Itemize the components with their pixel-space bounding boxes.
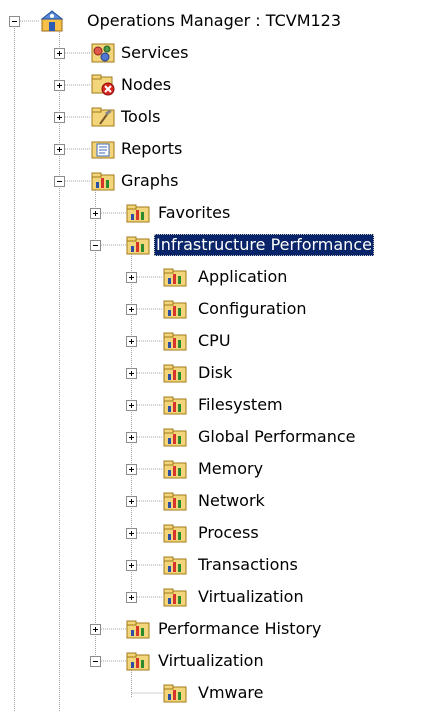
expand-toggle-virtualization-infra[interactable] <box>126 592 137 603</box>
tree-node-performance-history[interactable]: Performance History <box>0 613 432 645</box>
tree-label-tools: Tools <box>121 107 161 126</box>
tree-label-transactions: Transactions <box>198 555 298 574</box>
tree-node-filesystem[interactable]: Filesystem <box>0 389 432 421</box>
server-management-icon <box>40 9 64 33</box>
collapse-toggle-graphs[interactable] <box>54 176 65 187</box>
graph-folder-icon <box>163 457 187 481</box>
tree-node-application[interactable]: Application <box>0 261 432 293</box>
tree-node-network[interactable]: Network <box>0 485 432 517</box>
graph-folder-icon <box>126 617 150 641</box>
tree-label-nodes: Nodes <box>121 75 172 94</box>
tree-label-configuration: Configuration <box>198 299 307 318</box>
tree-node-services[interactable]: Services <box>0 37 432 69</box>
tree-node-memory[interactable]: Memory <box>0 453 432 485</box>
tree-label-global-performance: Global Performance <box>198 427 356 446</box>
tree-label-reports: Reports <box>121 139 183 158</box>
graph-folder-icon <box>126 649 150 673</box>
tree-label-vmware: Vmware <box>198 683 264 702</box>
tree-label-process: Process <box>198 523 259 542</box>
graph-folder-icon <box>126 233 150 257</box>
expand-toggle-network[interactable] <box>126 496 137 507</box>
expand-toggle-configuration[interactable] <box>126 304 137 315</box>
graph-folder-icon <box>163 681 187 705</box>
tree-label-root: Operations Manager : TCVM123 <box>87 11 342 30</box>
tree-label-virtualization-infra: Virtualization <box>198 587 304 606</box>
tree-node-configuration[interactable]: Configuration <box>0 293 432 325</box>
tree-label-cpu: CPU <box>198 331 231 350</box>
expand-toggle-favorites[interactable] <box>90 208 101 219</box>
tree-node-vmware[interactable]: Vmware <box>0 677 432 709</box>
tree-label-application: Application <box>198 267 288 286</box>
tree-node-transactions[interactable]: Transactions <box>0 549 432 581</box>
graph-folder-icon <box>163 489 187 513</box>
tree-node-virtualization-infra[interactable]: Virtualization <box>0 581 432 613</box>
expand-toggle-memory[interactable] <box>126 464 137 475</box>
tree-node-favorites[interactable]: Favorites <box>0 197 432 229</box>
tree-label-services: Services <box>121 43 189 62</box>
navigation-tree: Operations Manager : TCVM123 Services No… <box>0 0 432 711</box>
collapse-toggle-root[interactable] <box>9 16 20 27</box>
collapse-toggle-infrastructure-performance[interactable] <box>90 240 101 251</box>
tree-node-root[interactable]: Operations Manager : TCVM123 <box>0 5 432 37</box>
tools-folder-icon <box>91 105 115 129</box>
nodes-error-icon <box>91 73 115 97</box>
graph-folder-icon <box>163 265 187 289</box>
graph-folder-icon <box>163 521 187 545</box>
tree-label-graphs: Graphs <box>121 171 179 190</box>
graph-folder-icon <box>91 169 115 193</box>
tree-node-process[interactable]: Process <box>0 517 432 549</box>
expand-toggle-filesystem[interactable] <box>126 400 137 411</box>
expand-toggle-disk[interactable] <box>126 368 137 379</box>
expand-toggle-cpu[interactable] <box>126 336 137 347</box>
graph-folder-icon <box>163 553 187 577</box>
services-icon <box>91 41 115 65</box>
expand-toggle-global-performance[interactable] <box>126 432 137 443</box>
tree-node-tools[interactable]: Tools <box>0 101 432 133</box>
tree-node-reports[interactable]: Reports <box>0 133 432 165</box>
graph-folder-icon <box>163 329 187 353</box>
graph-folder-icon <box>163 297 187 321</box>
expand-toggle-process[interactable] <box>126 528 137 539</box>
expand-toggle-application[interactable] <box>126 272 137 283</box>
tree-label-filesystem: Filesystem <box>198 395 283 414</box>
graph-folder-icon <box>163 393 187 417</box>
graph-folder-icon <box>163 361 187 385</box>
tree-node-virtualization-graphs[interactable]: Virtualization <box>0 645 432 677</box>
tree-label-infrastructure-performance: Infrastructure Performance <box>154 234 374 256</box>
tree-label-network: Network <box>198 491 265 510</box>
tree-label-favorites: Favorites <box>158 203 231 222</box>
tree-node-infrastructure-performance[interactable]: Infrastructure Performance <box>0 229 432 261</box>
tree-node-graphs[interactable]: Graphs <box>0 165 432 197</box>
tree-label-virtualization-graphs: Virtualization <box>158 651 264 670</box>
expand-toggle-services[interactable] <box>54 48 65 59</box>
expand-toggle-reports[interactable] <box>54 144 65 155</box>
reports-folder-icon <box>91 137 115 161</box>
tree-node-global-performance[interactable]: Global Performance <box>0 421 432 453</box>
collapse-toggle-virtualization-graphs[interactable] <box>90 656 101 667</box>
graph-folder-icon <box>126 201 150 225</box>
expand-toggle-performance-history[interactable] <box>90 624 101 635</box>
expand-toggle-transactions[interactable] <box>126 560 137 571</box>
graph-folder-icon <box>163 425 187 449</box>
expand-toggle-nodes[interactable] <box>54 80 65 91</box>
tree-label-performance-history: Performance History <box>158 619 322 638</box>
tree-node-cpu[interactable]: CPU <box>0 325 432 357</box>
tree-node-nodes[interactable]: Nodes <box>0 69 432 101</box>
tree-label-memory: Memory <box>198 459 264 478</box>
tree-label-disk: Disk <box>198 363 233 382</box>
tree-node-disk[interactable]: Disk <box>0 357 432 389</box>
graph-folder-icon <box>163 585 187 609</box>
expand-toggle-tools[interactable] <box>54 112 65 123</box>
